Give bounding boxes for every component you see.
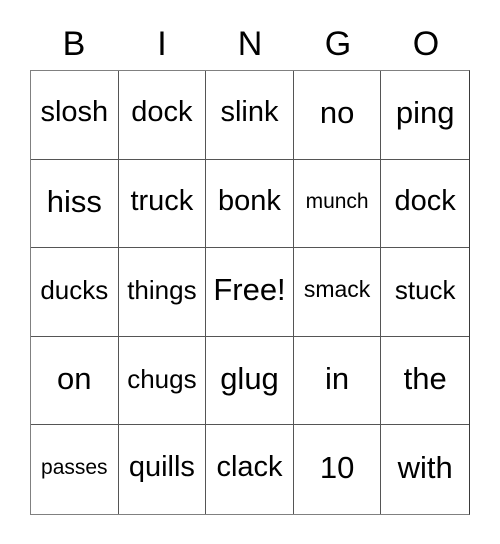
bingo-cell-label: dock — [131, 96, 193, 129]
bingo-cell[interactable]: clack — [206, 425, 294, 514]
bingo-cell-label: slink — [220, 96, 279, 129]
bingo-cell[interactable]: hiss — [31, 159, 119, 249]
bingo-cell-label: chugs — [127, 363, 197, 394]
bingo-cell[interactable]: 10 — [293, 425, 382, 514]
bingo-cell[interactable]: with — [381, 425, 469, 514]
bingo-cell-label: things — [127, 274, 197, 305]
bingo-cell-label: slosh — [40, 96, 109, 129]
bingo-cell-label: Free! — [213, 272, 286, 308]
bingo-cell[interactable]: ping — [381, 71, 469, 160]
bingo-header-letter-b: B — [62, 25, 86, 63]
bingo-cell[interactable]: smack — [293, 248, 382, 337]
bingo-cell-label: dock — [394, 184, 456, 217]
bingo-cell-label: passes — [41, 456, 108, 480]
bingo-cell[interactable]: bonk — [206, 159, 294, 249]
bingo-cell-label: no — [319, 95, 355, 131]
bingo-cell-free-space[interactable]: Free! — [206, 248, 294, 337]
bingo-cell[interactable]: truck — [118, 159, 207, 249]
bingo-cell[interactable]: slink — [206, 71, 294, 160]
bingo-cell[interactable]: dock — [381, 159, 469, 249]
bingo-header-letter-o: O — [412, 25, 440, 63]
bingo-cell[interactable]: dock — [118, 71, 207, 160]
bingo-cell[interactable]: no — [293, 71, 382, 160]
bingo-cell-label: in — [325, 361, 350, 397]
bingo-header-letter-g: G — [324, 25, 352, 63]
bingo-cell-label: hiss — [46, 183, 102, 219]
bingo-cell-label: smack — [303, 276, 371, 303]
bingo-cell-label: quills — [128, 451, 195, 484]
bingo-cell-label: with — [397, 450, 453, 486]
bingo-cell[interactable]: ducks — [31, 248, 119, 337]
bingo-card: B I N G O slosh dock slink no ping hiss … — [0, 0, 500, 544]
bingo-cell-label: glug — [220, 361, 279, 397]
bingo-cell-label: ducks — [40, 274, 109, 305]
bingo-cell-label: clack — [216, 451, 283, 484]
bingo-cell[interactable]: stuck — [381, 248, 469, 337]
bingo-cell-label: truck — [130, 184, 194, 217]
bingo-cell[interactable]: on — [31, 336, 119, 426]
bingo-header-letter-n: N — [237, 25, 263, 63]
bingo-cell-label: bonk — [218, 184, 281, 217]
bingo-grid: slosh dock slink no ping hiss truck bonk… — [30, 70, 470, 515]
bingo-cell[interactable]: the — [381, 336, 469, 426]
bingo-cell-label: 10 — [319, 450, 355, 486]
bingo-cell[interactable]: slosh — [31, 71, 119, 160]
bingo-cell[interactable]: munch — [293, 159, 382, 249]
bingo-cell[interactable]: glug — [206, 336, 294, 426]
bingo-cell[interactable]: chugs — [118, 336, 207, 426]
bingo-header-row: B I N G O — [30, 18, 470, 70]
bingo-cell[interactable]: things — [118, 248, 207, 337]
bingo-header-letter-i: I — [157, 25, 167, 63]
bingo-cell[interactable]: in — [293, 336, 382, 426]
bingo-cell[interactable]: quills — [118, 425, 207, 514]
bingo-cell[interactable]: passes — [31, 425, 119, 514]
bingo-cell-label: stuck — [394, 274, 456, 305]
bingo-cell-label: ping — [395, 95, 455, 131]
bingo-cell-label: munch — [305, 189, 369, 213]
bingo-cell-label: on — [57, 361, 92, 397]
bingo-cell-label: the — [403, 361, 447, 397]
